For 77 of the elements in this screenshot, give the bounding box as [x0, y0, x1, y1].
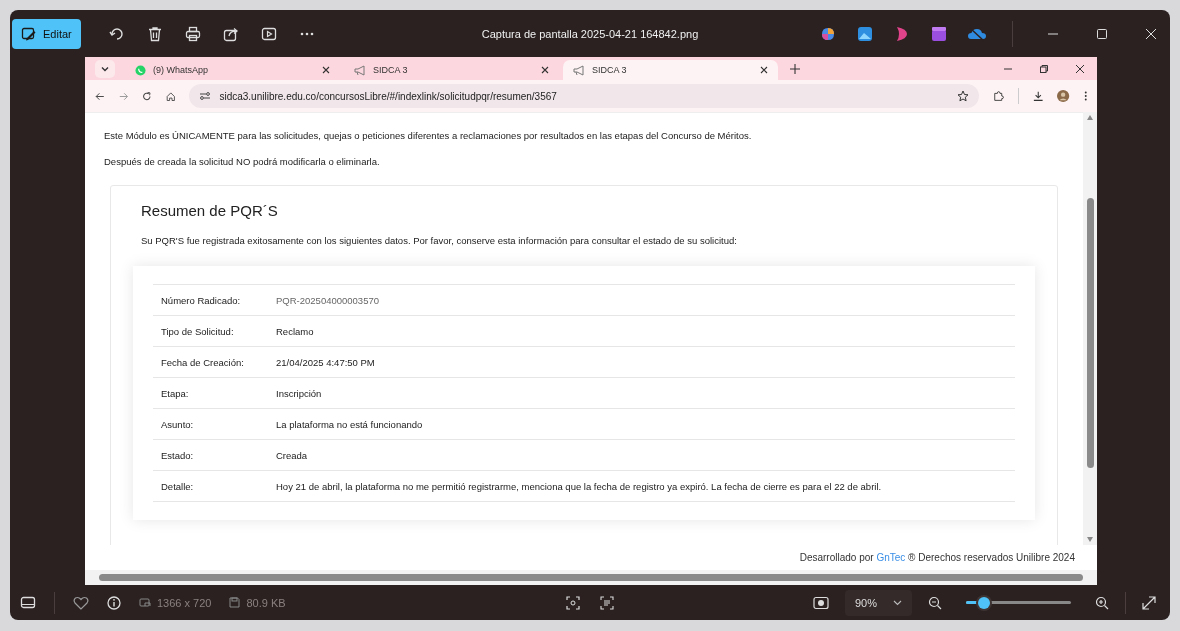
back-icon[interactable]: [95, 90, 105, 102]
image-dimensions: 1366 x 720: [157, 596, 212, 609]
zoom-dropdown[interactable]: 90%: [844, 589, 912, 616]
browser-tab[interactable]: SIDCA 3: [344, 60, 559, 80]
expand-icon[interactable]: [1142, 595, 1156, 610]
close-icon[interactable]: [1075, 63, 1085, 74]
edit-button[interactable]: Editar: [12, 18, 81, 49]
browser-tab[interactable]: (9) WhatsApp: [125, 60, 340, 80]
home-icon[interactable]: [165, 90, 176, 102]
download-icon[interactable]: [1032, 90, 1044, 102]
notice-text: Este Módulo es ÚNICAMENTE para las solicitudes, quejas o peticiones diferentes a reclamaciones por resultados en las etapas del Concurso de Méritos.: [104, 130, 753, 141]
menu-icon[interactable]: [1083, 90, 1087, 102]
rotate-icon[interactable]: [108, 25, 125, 42]
text-scan-icon[interactable]: [600, 595, 614, 610]
field-value: PQR-202504000003570: [276, 294, 379, 306]
tab-title: SIDCA 3: [373, 65, 409, 75]
picture-app-icon[interactable]: [856, 24, 874, 43]
zoom-out-icon[interactable]: [928, 595, 942, 610]
address-bar[interactable]: sidca3.unilibre.edu.co/concursosLibre/#/indexlink/solicitudpqr/resumen/3567: [189, 84, 980, 108]
vertical-scrollbar[interactable]: [1083, 112, 1097, 545]
field-label: Tipo de Solicitud:: [160, 325, 235, 337]
url-text: sidca3.unilibre.edu.co/concursosLibre/#/indexlink/solicitudpqr/resumen/3567: [219, 90, 557, 102]
close-tab-icon[interactable]: [760, 66, 768, 74]
print-icon[interactable]: [184, 25, 201, 42]
field-value: Reclamo: [276, 325, 314, 337]
notice-text: Después de creada la solicitud NO podrá modificarla o eliminarla.: [104, 156, 381, 167]
field-label: Estado:: [160, 449, 195, 461]
field-value: Hoy 21 de abril, la plataforma no me permitió registrarme, menciona que la fecha de registro ya expiró. La fecha de cierre es para el 22 de abril.: [276, 480, 882, 492]
field-label: Número Radicado:: [160, 294, 242, 306]
field-value: La plataforma no está funcionando: [276, 418, 423, 430]
scroll-down-icon[interactable]: [1087, 537, 1093, 542]
delete-icon[interactable]: [146, 25, 163, 42]
browser-tab[interactable]: SIDCA 3: [563, 60, 778, 80]
tab-search-button[interactable]: [95, 59, 115, 78]
intro-text: Su PQR'S fue registrada exitosamente con los siguientes datos. Por favor, conserve esta información para consultar el estado de su solicitud:: [141, 235, 738, 246]
slider-thumb[interactable]: [977, 596, 990, 609]
file-size: 80.9 KB: [246, 596, 286, 609]
image-edit-icon: [21, 25, 37, 42]
card-title: Resumen de PQR´S: [141, 202, 279, 219]
profile-avatar-icon[interactable]: [1057, 89, 1070, 103]
puzzle-icon[interactable]: [993, 90, 1004, 102]
share-icon[interactable]: [222, 25, 239, 42]
field-value: 21/04/2025 4:47:50 PM: [276, 356, 375, 368]
new-tab-icon[interactable]: [790, 63, 800, 74]
clapperboard-app-icon[interactable]: [930, 24, 948, 43]
reload-icon[interactable]: [142, 90, 152, 102]
bookmark-star-icon[interactable]: [957, 90, 970, 102]
heart-icon[interactable]: [73, 595, 89, 610]
field-value: Inscripción: [276, 387, 322, 399]
footer-link[interactable]: GnTec: [876, 552, 906, 563]
image-size-icon: [139, 597, 151, 608]
chevron-down-icon: [893, 599, 902, 606]
scroll-up-icon[interactable]: [1087, 115, 1093, 120]
chat-bubble-icon: [135, 64, 146, 76]
visual-search-icon[interactable]: [566, 595, 580, 610]
tab-title: SIDCA 3: [592, 65, 628, 75]
field-label: Fecha de Creación:: [160, 356, 245, 368]
close-tab-icon[interactable]: [322, 66, 330, 74]
restore-icon[interactable]: [1039, 63, 1049, 74]
tab-title: (9) WhatsApp: [153, 65, 210, 75]
window-title: Captura de pantalla 2025-04-21 164842.png: [481, 27, 699, 40]
filmstrip-icon[interactable]: [20, 595, 36, 610]
field-label: Etapa:: [160, 387, 190, 399]
zoom-in-icon[interactable]: [1095, 595, 1109, 610]
site-settings-icon[interactable]: [199, 91, 212, 101]
megaphone-icon: [354, 64, 366, 76]
close-tab-icon[interactable]: [541, 66, 549, 74]
fit-to-window-icon[interactable]: [812, 595, 829, 610]
field-value: Creada: [276, 449, 308, 461]
field-label: Asunto:: [160, 418, 195, 430]
horizontal-scrollbar[interactable]: [85, 570, 1097, 585]
field-label: Detalle:: [160, 480, 195, 492]
info-icon[interactable]: [107, 595, 121, 610]
slideshow-icon[interactable]: [260, 25, 277, 42]
maximize-icon[interactable]: [1096, 27, 1108, 40]
megaphone-icon: [573, 64, 585, 76]
footer-text: Desarrollado por GnTec ® Derechos reservados Unilibre 2024: [799, 552, 1075, 563]
